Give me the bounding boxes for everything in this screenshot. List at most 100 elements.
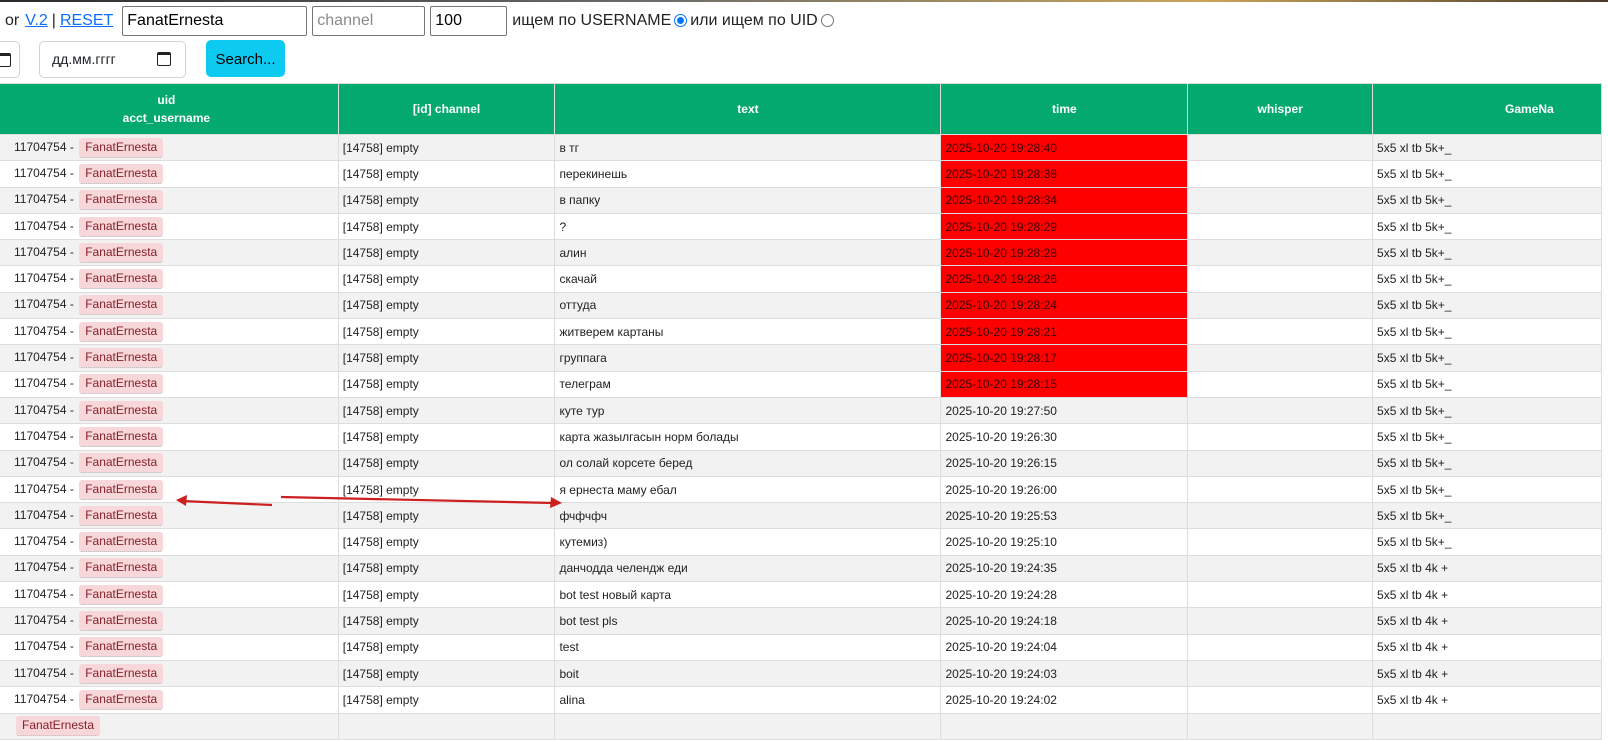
uid-value: 11704754 - — [14, 639, 74, 654]
time-cell: 2025-10-20 19:26:30 — [940, 423, 1189, 451]
username-badge[interactable]: FanatErnesta — [79, 321, 164, 342]
uid-cell: 11704754 - FanatErnesta — [0, 239, 339, 267]
username-badge[interactable]: FanatErnesta — [79, 242, 164, 263]
username-badge[interactable]: FanatErnesta — [79, 505, 164, 526]
username-badge[interactable]: FanatErnesta — [79, 295, 164, 316]
whisper-cell — [1187, 712, 1374, 740]
channel-cell: [14758] empty — [337, 239, 556, 267]
username-input[interactable] — [122, 6, 308, 36]
uid-value: 11704754 - — [14, 428, 74, 443]
date-to-input[interactable]: дд.мм.гггг — [39, 41, 186, 78]
username-badge[interactable]: FanatErnesta — [79, 426, 164, 447]
column-header-gamename[interactable]: GameNa — [1372, 83, 1602, 135]
username-badge[interactable]: FanatErnesta — [79, 190, 164, 211]
uid-value: 11704754 - — [14, 376, 74, 391]
limit-input[interactable] — [430, 6, 508, 36]
uid-value: 11704754 - — [14, 691, 74, 706]
uid-value: 11704754 - — [14, 323, 74, 338]
channel-cell: [14758] empty — [337, 528, 556, 556]
column-header-text[interactable]: text — [554, 83, 942, 135]
time-cell: 2025-10-20 19:26:15 — [940, 449, 1189, 477]
date-from-input[interactable] — [0, 41, 20, 78]
channel-cell: [14758] empty — [337, 265, 556, 293]
gamename-cell: 5x5 xl tb 5k+_ — [1372, 475, 1602, 504]
username-badge[interactable]: FanatErnesta — [79, 216, 164, 237]
column-header-whisper[interactable]: whisper — [1187, 83, 1374, 135]
username-badge[interactable]: FanatErnesta — [79, 400, 164, 421]
channel-cell: [14758] empty — [337, 581, 556, 609]
username-badge[interactable]: FanatErnesta — [79, 637, 164, 658]
uid-value: 11704754 - — [14, 402, 74, 417]
uid-value: 11704754 - — [14, 665, 74, 680]
table-row: 11704754 - FanatErnesta [14758] empty ол с… — [0, 449, 1602, 477]
text-cell: алин — [554, 239, 942, 267]
username-badge[interactable]: FanatErnesta — [79, 269, 164, 290]
column-header-uid[interactable]: uid acct_username — [0, 83, 339, 135]
search-by-username-radio[interactable] — [674, 13, 688, 27]
username-badge[interactable]: FanatErnesta — [79, 558, 164, 579]
gamename-cell: 5x5 xl tb 5k+_ — [1372, 291, 1602, 320]
gamename-cell: 5x5 xl tb 5k+_ — [1372, 318, 1602, 346]
table-row: 11704754 - FanatErnesta [14758] empty? 202… — [0, 212, 1602, 241]
username-badge[interactable]: FanatErnesta — [79, 663, 164, 684]
whisper-cell — [1187, 291, 1374, 320]
uid-value: 11704754 - — [14, 560, 74, 575]
calendar-icon[interactable] — [157, 52, 171, 66]
uid-value: 11704754 - — [14, 271, 74, 286]
gamename-cell: 5x5 xl tb 5k+_ — [1372, 502, 1602, 530]
text-cell: bot test новый карта — [554, 581, 942, 609]
text-cell: телеграм — [554, 370, 942, 398]
gamename-cell: 5x5 xl tb 4k + — [1372, 659, 1602, 688]
reset-link[interactable]: RESET — [60, 12, 113, 30]
whisper-cell — [1187, 554, 1374, 583]
search-by-uid-label: или ищем по UID — [690, 12, 818, 29]
search-by-uid-radio[interactable] — [820, 13, 834, 27]
channel-cell: [14758] empty — [337, 633, 556, 661]
calendar-icon[interactable] — [0, 53, 11, 67]
username-badge[interactable]: FanatErnesta — [79, 453, 164, 474]
whisper-cell — [1187, 133, 1374, 162]
time-cell: 2025-10-20 19:26:00 — [940, 475, 1189, 504]
uid-cell: 11704754 - FanatErnesta — [0, 607, 339, 635]
username-badge[interactable]: FanatErnesta — [79, 374, 164, 395]
search-button[interactable]: Search... — [206, 40, 285, 77]
text-cell: скачай — [554, 265, 942, 293]
table-row: 11704754 - FanatErnesta [14758] empty я ер… — [0, 475, 1602, 504]
text-cell: оттуда — [554, 291, 942, 320]
table-row: 11704754 - FanatErnesta [14758] empty куте… — [0, 396, 1602, 425]
table-row: 11704754 - FanatErnesta [14758] empty test… — [0, 633, 1602, 661]
table-row: 11704754 - FanatErnesta [14758] empty alin… — [0, 686, 1602, 714]
username-badge[interactable]: FanatErnesta — [79, 137, 164, 158]
time-cell — [940, 712, 1189, 740]
time-cell: 2025-10-20 19:28:17 — [940, 344, 1189, 372]
channel-cell: [14758] empty — [337, 186, 556, 214]
uid-cell: 11704754 - FanatErnesta — [0, 186, 339, 214]
username-badge[interactable]: FanatErnesta — [79, 584, 164, 605]
time-cell: 2025-10-20 19:24:35 — [940, 554, 1189, 583]
channel-cell: [14758] empty — [337, 212, 556, 241]
table-row: 11704754 - FanatErnesta [14758] empty куте… — [0, 528, 1602, 556]
username-badge[interactable]: FanatErnesta — [79, 532, 164, 553]
text-cell: bot test pls — [554, 607, 942, 635]
username-badge[interactable]: FanatErnesta — [79, 610, 164, 631]
username-badge[interactable]: FanatErnesta — [79, 348, 164, 369]
table-header-row: uid acct_username [id] channel text time… — [0, 83, 1602, 135]
channel-input[interactable] — [312, 6, 426, 36]
username-badge[interactable]: FanatErnesta — [79, 163, 164, 184]
text-cell: житверем картаны — [554, 318, 942, 346]
gamename-cell: 5x5 xl tb 5k+_ — [1372, 423, 1602, 451]
username-badge[interactable]: FanatErnesta — [16, 716, 101, 737]
username-badge[interactable]: FanatErnesta — [79, 479, 164, 500]
column-header-channel[interactable]: [id] channel — [337, 83, 556, 135]
v2-link[interactable]: V.2 — [25, 12, 48, 30]
uid-cell: 11704754 - FanatErnesta — [0, 396, 339, 425]
text-cell: ? — [554, 212, 942, 241]
uid-cell: 11704754 - FanatErnesta — [0, 291, 339, 320]
username-badge[interactable]: FanatErnesta — [79, 689, 164, 710]
column-header-time[interactable]: time — [940, 83, 1189, 135]
uid-cell: 11704754 - FanatErnesta — [0, 554, 339, 583]
gamename-cell: 5x5 xl tb 4k + — [1372, 633, 1602, 661]
uid-value: 11704754 - — [14, 218, 74, 233]
column-header-acct-username-label: acct_username — [122, 111, 211, 125]
whisper-cell — [1187, 686, 1374, 714]
